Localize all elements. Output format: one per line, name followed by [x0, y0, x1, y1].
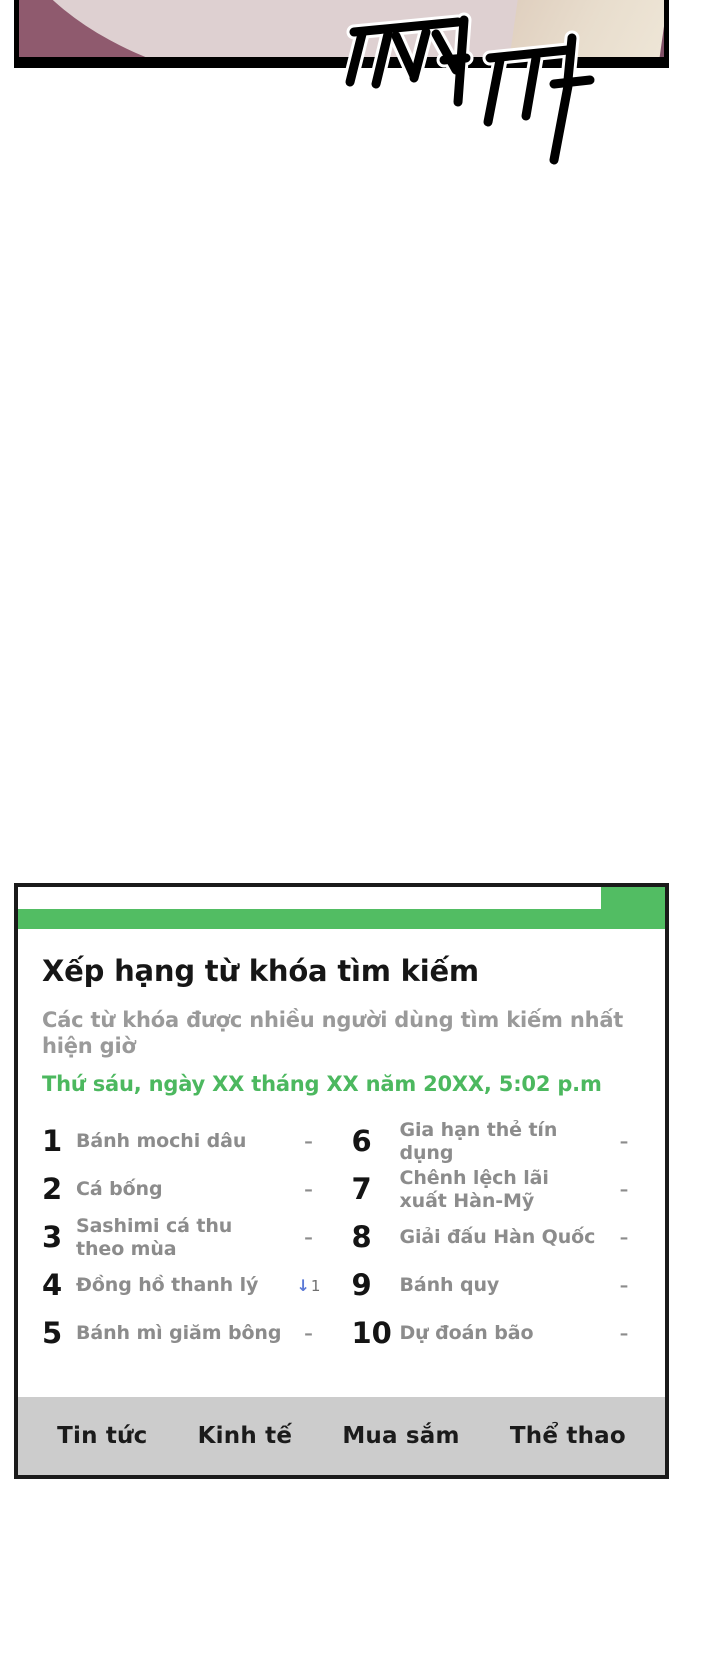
- list-item[interactable]: 2 Cá bống –: [42, 1166, 326, 1214]
- rank-delta: –: [292, 1180, 326, 1200]
- rank-number: 5: [42, 1316, 63, 1351]
- rank-number: 10: [351, 1316, 392, 1351]
- ranking-column-left: 1 Bánh mochi dâu – 2 Cá bống – 3 Sashimi…: [42, 1118, 342, 1358]
- delta-dash-icon: –: [304, 1131, 313, 1152]
- rank-keyword[interactable]: Cá bống: [76, 1178, 292, 1200]
- arrow-down-icon: ↓: [296, 1275, 310, 1295]
- list-item[interactable]: 7 Chênh lệch lãi xuất Hàn-Mỹ –: [352, 1166, 642, 1214]
- delta-dash-icon: –: [619, 1275, 629, 1296]
- card-subtitle: Các từ khóa được nhiều người dùng tìm ki…: [42, 1008, 624, 1058]
- rank-keyword[interactable]: Bánh mì giăm bông: [76, 1322, 292, 1344]
- page-title: Xếp hạng từ khóa tìm kiếm: [42, 954, 479, 988]
- rank-number: 3: [42, 1220, 63, 1255]
- accent-strip: [18, 909, 665, 929]
- tab-sports[interactable]: Thể thao: [506, 1417, 630, 1455]
- rank-keyword[interactable]: Dự đoán bão: [400, 1322, 608, 1344]
- delta-dash-icon: –: [304, 1323, 313, 1344]
- rank-keyword[interactable]: Bánh quy: [400, 1274, 608, 1296]
- list-item[interactable]: 10 Dự đoán bão –: [352, 1310, 642, 1358]
- delta-value: 1: [310, 1276, 321, 1295]
- rank-delta: –: [292, 1132, 326, 1152]
- rank-delta: –: [607, 1180, 641, 1200]
- rank-keyword[interactable]: Bánh mochi dâu: [76, 1130, 292, 1152]
- category-tab-bar: Tin tức Kinh tế Mua sắm Thể thao: [18, 1397, 665, 1475]
- card-timestamp: Thứ sáu, ngày XX tháng XX năm 20XX, 5:02…: [42, 1071, 602, 1096]
- page-root: Xếp hạng từ khóa tìm kiếm Các từ khóa đư…: [0, 0, 720, 1670]
- list-item[interactable]: 9 Bánh quy –: [352, 1262, 642, 1310]
- rank-keyword[interactable]: Gia hạn thẻ tín dụng: [400, 1119, 608, 1164]
- rank-number: 9: [351, 1268, 372, 1303]
- bottom-whitespace: [0, 1490, 720, 1670]
- rank-delta: –: [607, 1228, 641, 1248]
- rank-delta: –: [292, 1228, 326, 1248]
- rank-keyword[interactable]: Chênh lệch lãi xuất Hàn-Mỹ: [400, 1167, 608, 1212]
- rank-number: 7: [351, 1172, 372, 1207]
- delta-dash-icon: –: [619, 1323, 629, 1344]
- panel-border-bottom: [19, 57, 664, 63]
- delta-dash-icon: –: [619, 1227, 629, 1248]
- tab-shopping[interactable]: Mua sắm: [338, 1417, 463, 1455]
- ranking-grid: 1 Bánh mochi dâu – 2 Cá bống – 3 Sashimi…: [42, 1118, 641, 1358]
- rank-number: 8: [351, 1220, 372, 1255]
- rank-delta: –: [607, 1324, 641, 1344]
- delta-dash-icon: –: [619, 1179, 629, 1200]
- rank-number: 2: [42, 1172, 63, 1207]
- list-item[interactable]: 5 Bánh mì giăm bông –: [42, 1310, 326, 1358]
- rank-delta: ↓1: [292, 1276, 326, 1296]
- rank-number: 4: [42, 1268, 63, 1303]
- rank-number: 6: [351, 1124, 372, 1159]
- list-item[interactable]: 3 Sashimi cá thu theo mùa –: [42, 1214, 326, 1262]
- search-keyword-ranking-card: Xếp hạng từ khóa tìm kiếm Các từ khóa đư…: [14, 883, 669, 1479]
- rank-delta: –: [607, 1276, 641, 1296]
- delta-dash-icon: –: [304, 1179, 313, 1200]
- delta-dash-icon: –: [619, 1131, 629, 1152]
- card-body: Xếp hạng từ khóa tìm kiếm Các từ khóa đư…: [18, 929, 665, 1397]
- list-item[interactable]: 4 Đồng hồ thanh lý ↓1: [42, 1262, 326, 1310]
- rank-keyword[interactable]: Đồng hồ thanh lý: [76, 1274, 292, 1296]
- ranking-column-right: 6 Gia hạn thẻ tín dụng – 7 Chênh lệch lã…: [342, 1118, 642, 1358]
- rank-delta: –: [607, 1132, 641, 1152]
- webtoon-panel: [14, 0, 669, 68]
- card-top-accent-bar: [18, 887, 665, 929]
- tab-economy[interactable]: Kinh tế: [194, 1417, 296, 1455]
- rank-delta: –: [292, 1324, 326, 1344]
- delta-dash-icon: –: [304, 1227, 313, 1248]
- rank-keyword[interactable]: Giải đấu Hàn Quốc: [400, 1226, 608, 1248]
- tab-news[interactable]: Tin tức: [53, 1417, 151, 1455]
- rank-number: 1: [42, 1124, 63, 1159]
- list-item[interactable]: 8 Giải đấu Hàn Quốc –: [352, 1214, 642, 1262]
- list-item[interactable]: 1 Bánh mochi dâu –: [42, 1118, 326, 1166]
- rank-keyword[interactable]: Sashimi cá thu theo mùa: [76, 1215, 292, 1260]
- list-item[interactable]: 6 Gia hạn thẻ tín dụng –: [352, 1118, 642, 1166]
